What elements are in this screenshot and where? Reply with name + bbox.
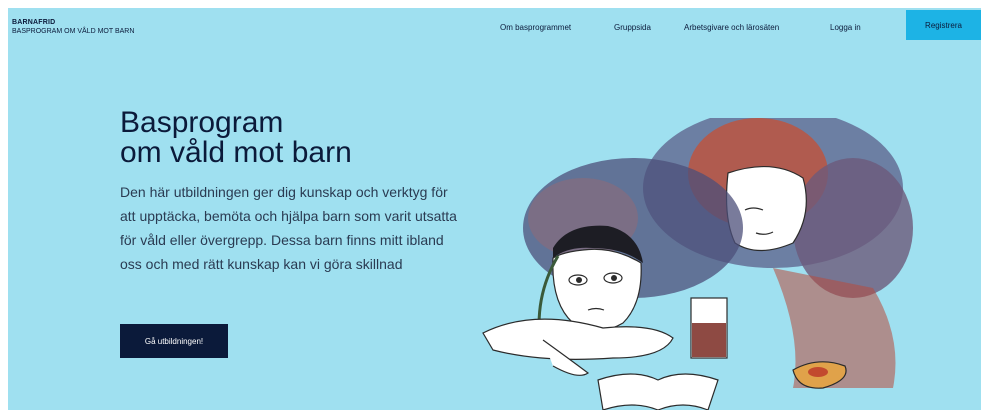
hero-title-line2: om våld mot barn <box>120 136 352 169</box>
hero-title: Basprogram om våld mot barn <box>120 108 352 168</box>
nav-link-about[interactable]: Om basprogrammet <box>500 23 571 32</box>
child-pupil-right <box>611 275 617 281</box>
glass-juice <box>692 323 726 357</box>
open-book <box>597 373 719 410</box>
child-face <box>552 248 642 332</box>
nav-link-login[interactable]: Logga in <box>830 23 861 32</box>
landing-page: BARNAFRID BASPROGRAM OM VÅLD MOT BARN Om… <box>8 8 981 410</box>
hero-title-line1: Basprogram <box>120 106 284 139</box>
nav-link-employers[interactable]: Arbetsgivare och lärosäten <box>684 23 779 32</box>
brand-name: BARNAFRID <box>12 19 56 26</box>
hero-lead-text: Den här utbildningen ger dig kunskap och… <box>120 184 457 272</box>
child-arms <box>482 318 674 360</box>
brand-logo[interactable]: BARNAFRID BASPROGRAM OM VÅLD MOT BARN <box>12 18 134 36</box>
start-course-button[interactable]: Gå utbildningen! <box>120 324 228 358</box>
register-button[interactable]: Registrera <box>906 10 981 40</box>
brand-tagline: BASPROGRAM OM VÅLD MOT BARN <box>12 28 135 35</box>
hero-illustration <box>482 118 913 410</box>
sandwich-topping <box>808 367 828 377</box>
child-pupil-left <box>576 277 582 283</box>
nav-link-group[interactable]: Gruppsida <box>614 23 651 32</box>
